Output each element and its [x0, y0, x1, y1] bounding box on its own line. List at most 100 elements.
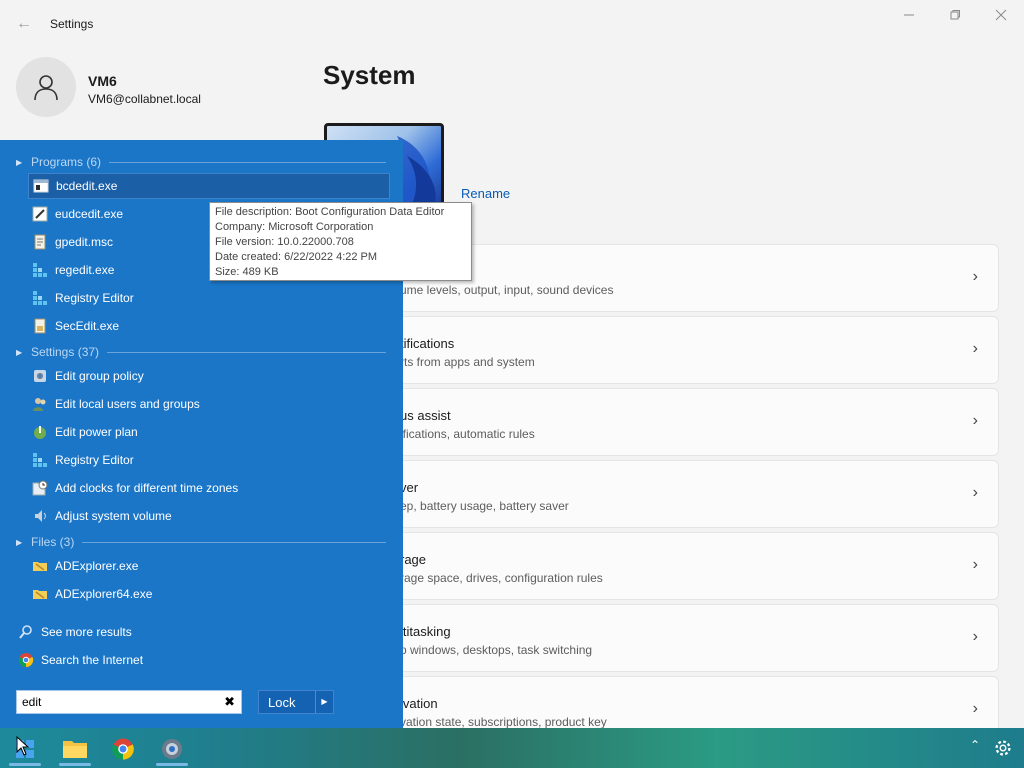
settings-card-notifications[interactable]: tifications rts from apps and system ›	[330, 316, 999, 384]
user-icon	[34, 75, 58, 101]
divider	[82, 541, 386, 543]
minimize-icon	[904, 14, 914, 16]
registry-icon	[32, 290, 48, 306]
taskbar-settings[interactable]	[153, 732, 191, 766]
clear-search-icon[interactable]: ✖	[224, 694, 235, 710]
mouse-cursor-icon	[16, 736, 30, 756]
section-header-settings[interactable]: ▶ Settings (37)	[16, 344, 386, 360]
chevron-right-icon: ›	[972, 700, 978, 717]
file-info-tooltip: File description: Boot Configuration Dat…	[209, 202, 472, 281]
result-label: eudcedit.exe	[55, 207, 124, 221]
card-subtitle: ep, battery usage, battery saver	[400, 499, 569, 513]
settings-card-activation[interactable]: ivation vation state, subscriptions, pro…	[330, 676, 999, 729]
tooltip-description: File description: Boot Configuration Dat…	[215, 206, 445, 218]
settings-card-multitasking[interactable]: ltitasking p windows, desktops, task swi…	[330, 604, 999, 672]
expand-triangle-icon: ▶	[16, 537, 23, 547]
result-label: ADExplorer.exe	[55, 559, 139, 573]
search-the-internet[interactable]: Search the Internet	[18, 650, 143, 670]
see-more-label: See more results	[41, 625, 132, 639]
card-title: rage	[400, 552, 427, 567]
result-label: Registry Editor	[55, 453, 134, 467]
result-item-registry-editor[interactable]: Registry Editor	[28, 285, 390, 311]
result-item-edit-group-policy[interactable]: Edit group policy	[28, 363, 390, 389]
file-explorer-icon	[63, 741, 87, 758]
tooltip-company: Company: Microsoft Corporation	[215, 221, 374, 233]
card-title: us assist	[400, 408, 451, 423]
active-indicator	[9, 763, 41, 766]
page-title: System	[323, 60, 416, 90]
folder-app-icon	[32, 558, 48, 574]
result-item-adexplorer[interactable]: ADExplorer.exe	[28, 553, 390, 579]
folder-app-icon	[32, 586, 48, 602]
gear-icon[interactable]	[992, 737, 1014, 759]
result-item-secedit[interactable]: SecEdit.exe	[28, 313, 390, 339]
power-plan-icon	[32, 424, 48, 440]
registry-icon	[32, 262, 48, 278]
see-more-results[interactable]: See more results	[18, 622, 132, 642]
card-subtitle: p windows, desktops, task switching	[400, 643, 593, 657]
power-options-arrow-icon[interactable]: ▶	[315, 691, 333, 713]
chevron-right-icon: ›	[972, 340, 978, 357]
lock-button[interactable]: Lock ▶	[258, 690, 334, 714]
result-label: Edit power plan	[55, 425, 138, 439]
console-app-icon	[33, 178, 49, 194]
users-icon	[32, 396, 48, 412]
policy-settings-icon	[32, 368, 48, 384]
active-indicator	[156, 763, 188, 766]
tooltip-version: File version: 10.0.22000.708	[215, 236, 354, 248]
user-email: VM6@collabnet.local	[88, 92, 201, 106]
search-box[interactable]: ✖	[16, 690, 242, 714]
chevron-right-icon: ›	[972, 268, 978, 285]
minimize-button[interactable]	[886, 6, 932, 28]
tooltip-size: Size: 489 KB	[215, 266, 279, 278]
result-item-edit-local-users[interactable]: Edit local users and groups	[28, 391, 390, 417]
security-doc-icon	[32, 318, 48, 334]
result-item-registry-editor-setting[interactable]: Registry Editor	[28, 447, 390, 473]
card-subtitle: ume levels, output, input, sound devices	[400, 283, 614, 297]
expand-triangle-icon: ▶	[16, 347, 23, 357]
taskbar-file-explorer[interactable]	[56, 732, 94, 766]
search-input[interactable]	[17, 692, 217, 712]
result-item-add-clocks[interactable]: Add clocks for different time zones	[28, 475, 390, 501]
taskbar-chrome[interactable]	[104, 732, 142, 766]
card-title: ltitasking	[400, 624, 451, 639]
lock-label: Lock	[268, 694, 296, 710]
section-header-programs[interactable]: ▶ Programs (6)	[16, 154, 386, 170]
result-item-adexplorer64[interactable]: ADExplorer64.exe	[28, 581, 390, 607]
card-subtitle: vation state, subscriptions, product key	[400, 715, 607, 729]
expand-triangle-icon: ▶	[16, 157, 23, 167]
user-name: VM6	[88, 73, 117, 89]
result-label: gpedit.msc	[55, 235, 114, 249]
divider	[107, 351, 386, 353]
close-button[interactable]	[978, 6, 1024, 28]
title-bar: ← Settings	[0, 0, 1024, 48]
settings-card-power[interactable]: ver ep, battery usage, battery saver ›	[330, 460, 999, 528]
search-icon	[18, 624, 34, 640]
section-header-files[interactable]: ▶ Files (3)	[16, 534, 386, 550]
chevron-right-icon: ›	[972, 556, 978, 573]
settings-card-storage[interactable]: rage rage space, drives, configuration r…	[330, 532, 999, 600]
result-item-bcdedit[interactable]: bcdedit.exe	[28, 173, 390, 199]
card-title: tifications	[400, 336, 455, 351]
card-title: ivation	[400, 696, 438, 711]
chevron-right-icon: ›	[972, 628, 978, 645]
chevron-right-icon: ›	[972, 484, 978, 501]
settings-card-focus-assist[interactable]: us assist ifications, automatic rules ›	[330, 388, 999, 456]
chevron-right-icon: ›	[972, 412, 978, 429]
settings-icon	[162, 739, 182, 759]
result-item-adjust-volume[interactable]: Adjust system volume	[28, 503, 390, 529]
section-label: Programs (6)	[31, 155, 102, 169]
back-button[interactable]: ←	[14, 14, 34, 34]
chrome-icon	[18, 652, 34, 668]
result-item-edit-power-plan[interactable]: Edit power plan	[28, 419, 390, 445]
card-subtitle: ifications, automatic rules	[400, 427, 535, 441]
card-subtitle: rts from apps and system	[400, 355, 535, 369]
result-label: ADExplorer64.exe	[55, 587, 153, 601]
result-label: bcdedit.exe	[56, 179, 118, 193]
chrome-icon	[112, 738, 134, 760]
volume-icon	[32, 508, 48, 524]
rename-link[interactable]: Rename	[461, 186, 510, 201]
maximize-button[interactable]	[932, 6, 978, 28]
avatar[interactable]	[16, 57, 76, 117]
chevron-up-icon[interactable]: ⌃	[966, 738, 984, 752]
